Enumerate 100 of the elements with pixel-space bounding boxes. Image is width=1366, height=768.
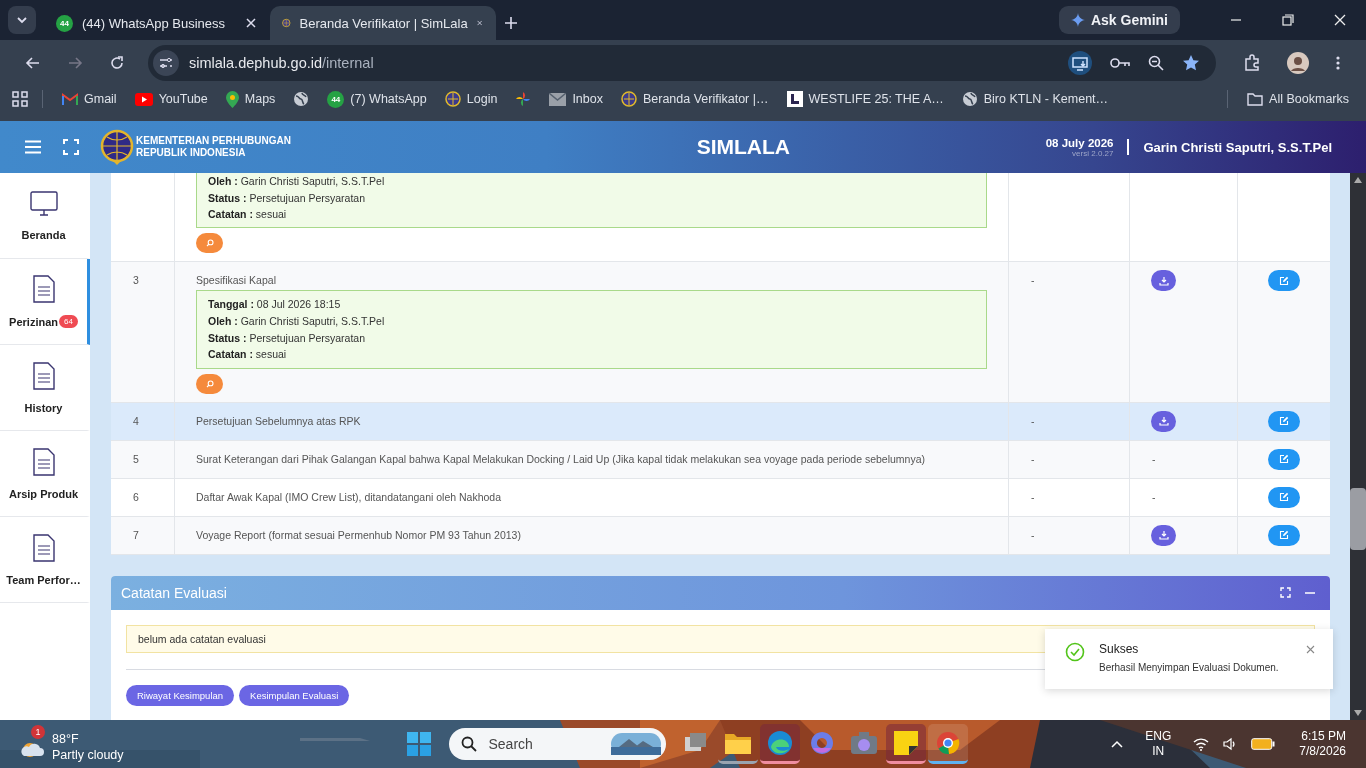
scrollbar-thumb[interactable]: [1350, 488, 1366, 550]
extensions-icon[interactable]: [1243, 53, 1261, 72]
bookmark-link[interactable]: Biro KTLN - Kement…: [956, 91, 1114, 107]
conclusion-button[interactable]: Kesimpulan Evaluasi: [239, 684, 350, 706]
map-pin-icon: [225, 90, 239, 108]
scroll-up-icon[interactable]: [1354, 177, 1362, 183]
install-app-icon[interactable]: [1068, 50, 1092, 75]
bookmark-link[interactable]: WESTLIFE 25: THE A…: [781, 91, 949, 107]
swirl-browser-icon: [766, 729, 793, 756]
search-box[interactable]: Search: [448, 728, 666, 760]
edit-button[interactable]: [1268, 410, 1300, 432]
site-settings-icon[interactable]: [153, 49, 179, 76]
toast-message: Berhasil Menyimpan Evaluasi Dokumen.: [1099, 662, 1280, 673]
speaker-icon[interactable]: [1223, 737, 1238, 751]
table-cell: -: [1031, 274, 1035, 287]
document-icon: [32, 447, 55, 476]
document-icon: [32, 361, 55, 390]
folder-icon: [1247, 92, 1264, 106]
document-title: Voyage Report (format sesuai Permenhub Nomor PM 93 Tahun 2013): [196, 528, 521, 542]
edit-button[interactable]: [1268, 448, 1300, 470]
download-button[interactable]: [1151, 410, 1176, 432]
panel-title: Catatan Evaluasi: [121, 584, 227, 601]
edit-button[interactable]: [1268, 524, 1300, 546]
battery-icon[interactable]: [1251, 738, 1276, 750]
sidebar-item[interactable]: Beranda: [0, 173, 90, 259]
browser-tab[interactable]: Beranda Verifikator | SimLala: [270, 6, 496, 40]
bookmark-link[interactable]: YouTube: [129, 92, 213, 106]
download-icon: [1158, 275, 1169, 286]
sidebar-item[interactable]: Team Perfor…: [0, 517, 90, 603]
ribbon-icon: [808, 729, 835, 756]
sidebar-item[interactable]: Arsip Produk: [0, 431, 90, 517]
caret-icon: [16, 14, 28, 26]
back-icon[interactable]: [25, 54, 41, 71]
sparkle-icon: [1070, 13, 1085, 27]
row-number: 6: [133, 490, 139, 503]
row-number: 3: [133, 274, 139, 287]
approval-note: Oleh : Garin Christi Saputri, S.S.T.Pel Status : Persetujuan Persyaratan Catatan : sesuai: [196, 173, 987, 229]
new-tab-icon[interactable]: [504, 16, 518, 30]
tab-list-button[interactable]: [8, 6, 36, 34]
edit-button[interactable]: [1268, 486, 1300, 508]
download-button[interactable]: [1151, 524, 1176, 546]
key-icon[interactable]: [1110, 55, 1130, 70]
profile-avatar-icon[interactable]: [1287, 51, 1309, 74]
all-bookmarks-link[interactable]: All Bookmarks: [1242, 92, 1354, 106]
bookmark-link[interactable]: Gmail: [57, 92, 122, 106]
conclusion-button[interactable]: Riwayat Kesimpulan: [126, 684, 235, 706]
bookmark-link[interactable]: Inbox: [544, 92, 608, 106]
edit-icon: [1279, 275, 1289, 286]
search-icon: [205, 239, 214, 248]
zoom-icon[interactable]: [1148, 54, 1164, 71]
globe-icon: [961, 91, 978, 107]
bridge-scene-icon: [610, 733, 661, 755]
user-name: Garin Christi Saputri, S.S.T.Pel: [1143, 139, 1332, 155]
weather-condition: Partly cloudy: [52, 747, 124, 763]
chevron-up-icon[interactable]: [1111, 740, 1124, 748]
bookmark-link[interactable]: Maps: [220, 90, 281, 108]
weather-widget[interactable]: 1 88°F Partly cloudy: [18, 725, 124, 763]
document-title: Persetujuan Sebelumnya atas RPK: [196, 414, 361, 428]
download-icon: [1158, 416, 1169, 427]
country-name: REPUBLIK INDONESIA: [136, 147, 247, 159]
app-title: SIMLALA: [696, 135, 790, 159]
taskbar-app[interactable]: [885, 724, 926, 764]
globe-icon: [293, 91, 310, 107]
bookmark-link[interactable]: 44 (7) WhatsApp: [322, 90, 432, 108]
search-input[interactable]: Search: [486, 735, 601, 753]
edit-icon: [1279, 530, 1289, 541]
restore-icon[interactable]: [1282, 14, 1294, 26]
sidebar-item[interactable]: History: [0, 345, 90, 431]
expand-icon[interactable]: [1280, 587, 1291, 599]
scrollbar[interactable]: [1350, 173, 1366, 720]
table-cell: -: [1031, 452, 1035, 465]
star-icon[interactable]: [1182, 53, 1200, 72]
reload-icon[interactable]: [109, 54, 125, 71]
square-logo-icon: [786, 91, 803, 107]
edit-button[interactable]: [1268, 270, 1300, 292]
forward-icon[interactable]: [67, 54, 83, 71]
pinwheel-icon: [515, 91, 532, 107]
menu-icon[interactable]: [24, 140, 42, 154]
apps-grid-icon[interactable]: [12, 91, 28, 107]
window-stack-icon: [684, 732, 707, 753]
address-field[interactable]: simlala.dephub.go.id/internal: [148, 44, 1216, 81]
scroll-down-icon[interactable]: [1354, 710, 1362, 716]
language-indicator[interactable]: ENG IN: [1145, 729, 1172, 759]
menu-icon[interactable]: [1335, 54, 1341, 71]
emblem-icon: [620, 91, 637, 107]
document-icon: [32, 275, 55, 303]
fullscreen-icon[interactable]: [63, 139, 79, 155]
sidebar-item[interactable]: Perizinan 64: [0, 259, 90, 345]
bookmark-link[interactable]: Beranda Verifikator |…: [615, 91, 774, 107]
ministry-name: KEMENTERIAN PERHUBUNGAN: [136, 135, 291, 147]
start-icon[interactable]: [406, 732, 431, 756]
clock[interactable]: 6:15 PM 7/8/2026: [1299, 729, 1346, 759]
wifi-icon[interactable]: [1193, 737, 1210, 751]
table-cell: -: [1031, 490, 1035, 503]
bookmark-link[interactable]: Login: [439, 91, 503, 107]
browser-tab[interactable]: 44 (44) WhatsApp Business: [44, 6, 270, 40]
download-button[interactable]: [1151, 270, 1176, 292]
toast-title: Sukses: [1099, 642, 1140, 656]
ask-gemini-button[interactable]: Ask Gemini: [1058, 6, 1180, 34]
taskbar-app[interactable]: [759, 724, 800, 764]
